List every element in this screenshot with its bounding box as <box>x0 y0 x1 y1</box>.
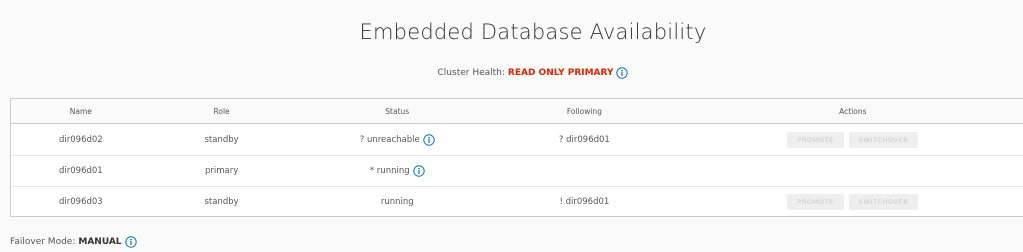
switchover-button[interactable]: SWITCHOVER <box>848 194 919 210</box>
failover-mode: Failover Mode: MANUAL <box>10 236 137 248</box>
switchover-button[interactable]: SWITCHOVER <box>848 131 919 148</box>
node-following: ? dir096d01 <box>558 134 610 145</box>
node-role: standby <box>204 134 239 145</box>
node-status-text: running <box>380 197 414 207</box>
column-header-role: Role <box>213 106 230 116</box>
column-header-name: Name <box>69 106 92 116</box>
info-icon[interactable] <box>616 67 629 79</box>
node-name: dir096d01 <box>59 166 103 176</box>
node-status-text: * running <box>369 166 410 176</box>
column-header-following: Following <box>566 106 602 116</box>
promote-button[interactable]: PROMOTE <box>787 194 844 210</box>
node-name: dir096d02 <box>59 134 103 145</box>
info-icon[interactable] <box>124 236 137 248</box>
node-role: primary <box>204 166 239 176</box>
node-actions: PROMOTE SWITCHOVER <box>667 194 1023 210</box>
page-title: Embedded Database Availability <box>359 20 707 44</box>
promote-button[interactable]: PROMOTE <box>787 131 844 148</box>
node-role: standby <box>204 197 239 207</box>
node-actions: PROMOTE SWITCHOVER <box>667 131 1023 148</box>
failover-mode-value: MANUAL <box>78 237 122 247</box>
node-status-text: ? unreachable <box>359 134 420 145</box>
info-icon[interactable] <box>412 165 425 177</box>
cluster-health-value: READ ONLY PRIMARY <box>507 68 614 78</box>
node-following: ! dir096d01 <box>559 197 610 207</box>
node-status: * running <box>292 165 502 177</box>
table-row: dir096d02 standby ? unreachable ? dir096… <box>11 124 1023 155</box>
cluster-health: Cluster Health: READ ONLY PRIMARY <box>0 67 1023 79</box>
node-status: running <box>292 197 502 207</box>
node-name: dir096d03 <box>59 197 103 207</box>
cluster-health-label: Cluster Health: <box>437 68 505 78</box>
database-nodes-table: Name Role Status Following Actions dir09… <box>10 98 1023 217</box>
column-header-status: Status <box>385 106 410 116</box>
failover-mode-label: Failover Mode: <box>10 237 76 247</box>
table-row: dir096d03 standby running ! dir096d01 PR… <box>11 186 1023 217</box>
table-header-row: Name Role Status Following Actions <box>11 99 1023 124</box>
node-status: ? unreachable <box>292 133 502 146</box>
column-header-actions: Actions <box>839 106 867 116</box>
info-icon[interactable] <box>423 133 435 146</box>
table-row: dir096d01 primary * running <box>11 155 1023 186</box>
